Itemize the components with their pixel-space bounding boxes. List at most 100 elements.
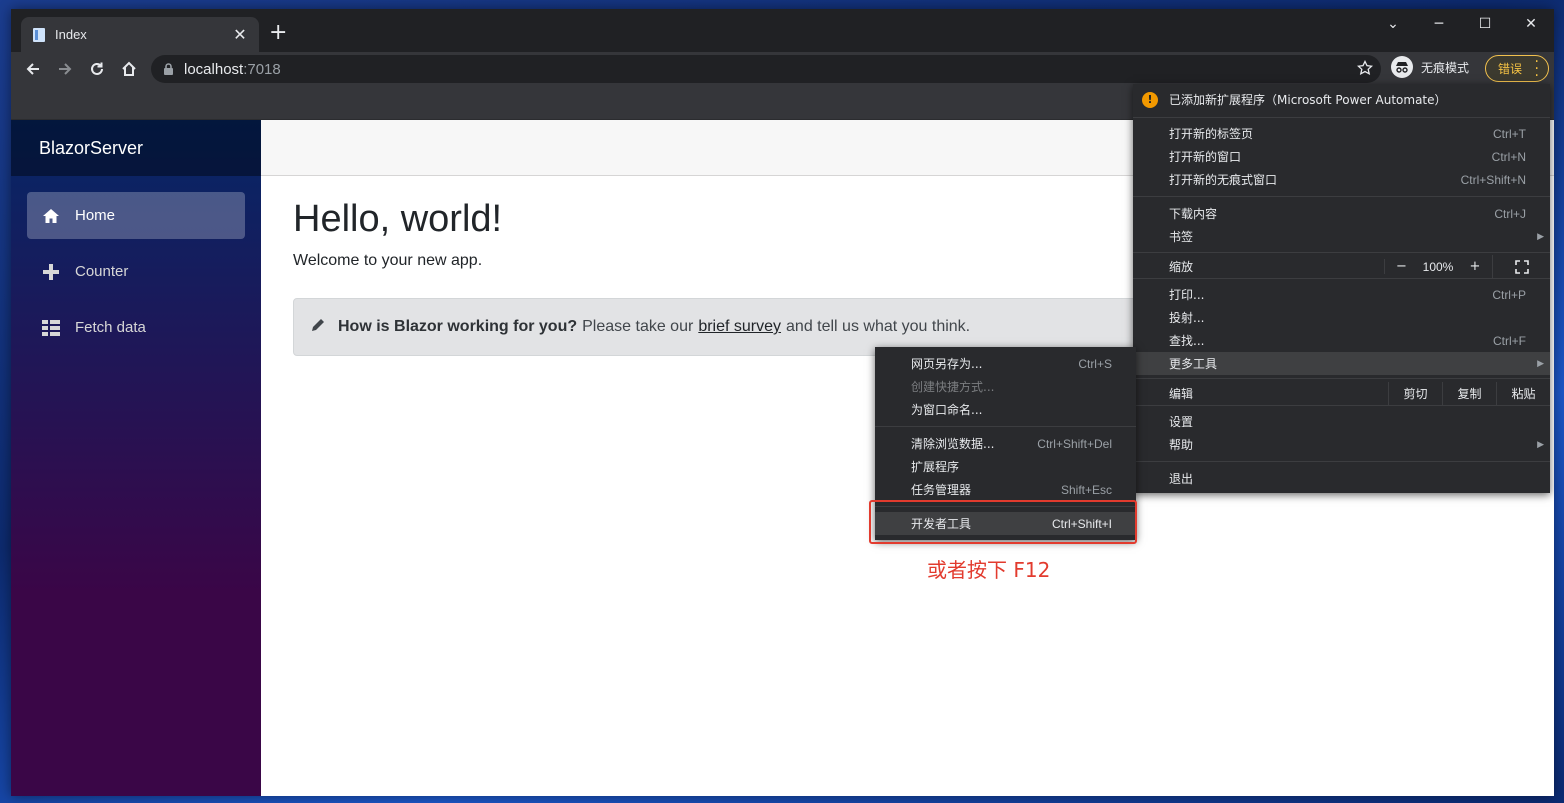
downloads-label: 下载内容	[1169, 207, 1218, 221]
submenu-arrow-icon: ▶	[1537, 231, 1544, 242]
survey-link[interactable]: brief survey	[698, 318, 781, 336]
clear-data-shortcut: Ctrl+Shift+Del	[1037, 436, 1112, 451]
home-button-icon[interactable]	[113, 53, 145, 85]
new-tab-button[interactable]: +	[269, 22, 287, 44]
menu-clear-data[interactable]: 清除浏览数据... Ctrl+Shift+Del	[875, 432, 1136, 455]
menu-edit: 编辑 剪切 复制 粘贴	[1133, 382, 1550, 405]
fullscreen-icon[interactable]	[1492, 255, 1550, 278]
page-icon	[31, 27, 47, 43]
tab-strip: Index ✕ + ⌄ ─ ☐ ✕	[11, 9, 1554, 52]
zoom-value: 100%	[1422, 259, 1454, 274]
menu-print[interactable]: 打印... Ctrl+P	[1133, 283, 1550, 306]
incognito-indicator[interactable]: 无痕模式	[1391, 56, 1469, 78]
clear-data-label: 清除浏览数据...	[911, 437, 995, 451]
downloads-shortcut: Ctrl+J	[1494, 206, 1526, 221]
copy-button[interactable]: 复制	[1442, 382, 1496, 405]
browser-main-menu: ! 已添加新扩展程序（Microsoft Power Automate） 打开新…	[1133, 84, 1550, 493]
help-label: 帮助	[1169, 438, 1194, 452]
menu-exit[interactable]: 退出	[1133, 467, 1550, 490]
sidebar: BlazorServer Home Counter Fetch data	[11, 120, 261, 796]
warning-icon: !	[1142, 91, 1158, 108]
back-icon[interactable]	[17, 53, 49, 85]
reload-icon[interactable]	[81, 53, 113, 85]
name-window-label: 为窗口命名...	[911, 403, 983, 417]
nav-fetch-label: Fetch data	[75, 319, 146, 336]
close-tab-icon[interactable]: ✕	[231, 25, 249, 44]
menu-zoom: 缩放 − 100% +	[1133, 255, 1550, 278]
cast-label: 投射...	[1169, 311, 1205, 325]
tab-title: Index	[55, 27, 87, 42]
lock-icon	[163, 60, 174, 79]
task-manager-label: 任务管理器	[911, 483, 972, 497]
menu-name-window[interactable]: 为窗口命名...	[875, 398, 1136, 421]
annotation-text: 或者按下 F12	[927, 558, 1051, 582]
nav-counter-label: Counter	[75, 263, 129, 280]
new-incognito-label: 打开新的无痕式窗口	[1169, 173, 1278, 187]
tab-index[interactable]: Index ✕	[21, 17, 259, 52]
page-title: Hello, world!	[293, 198, 503, 240]
menu-bookmarks[interactable]: 书签 ▶	[1133, 225, 1550, 248]
create-shortcut-label: 创建快捷方式...	[911, 380, 995, 394]
find-shortcut: Ctrl+F	[1493, 333, 1526, 348]
more-tools-label: 更多工具	[1169, 357, 1218, 371]
save-page-label: 网页另存为...	[911, 357, 983, 371]
menu-new-tab[interactable]: 打开新的标签页 Ctrl+T	[1133, 122, 1550, 145]
nav-home-label: Home	[75, 207, 116, 224]
zoom-in-button[interactable]: +	[1458, 259, 1492, 274]
settings-label: 设置	[1169, 415, 1194, 429]
menu-new-incognito[interactable]: 打开新的无痕式窗口 Ctrl+Shift+N	[1133, 168, 1550, 191]
survey-text-after: and tell us what you think.	[786, 318, 971, 335]
address-bar[interactable]: localhost:7018	[151, 55, 1381, 83]
nav-home[interactable]: Home	[27, 192, 245, 239]
menu-more-tools[interactable]: 更多工具 ▶	[1133, 352, 1550, 375]
menu-save-page[interactable]: 网页另存为... Ctrl+S	[875, 352, 1136, 375]
save-page-shortcut: Ctrl+S	[1078, 356, 1112, 371]
menu-extensions[interactable]: 扩展程序	[875, 455, 1136, 478]
list-icon	[41, 318, 61, 338]
home-icon	[41, 206, 61, 226]
print-shortcut: Ctrl+P	[1492, 287, 1526, 302]
tab-search-icon[interactable]: ⌄	[1370, 9, 1416, 39]
new-tab-label: 打开新的标签页	[1169, 127, 1254, 141]
bookmarks-label: 书签	[1169, 230, 1194, 244]
menu-task-manager[interactable]: 任务管理器 Shift+Esc	[875, 478, 1136, 501]
menu-settings[interactable]: 设置	[1133, 410, 1550, 433]
browser-window: Index ✕ + ⌄ ─ ☐ ✕ localhost:7018 无痕模式 错误…	[11, 9, 1554, 796]
browser-toolbar: localhost:7018 无痕模式 错误 · · ·	[11, 52, 1554, 85]
pencil-icon	[310, 317, 326, 338]
menu-new-window[interactable]: 打开新的窗口 Ctrl+N	[1133, 145, 1550, 168]
minimize-icon[interactable]: ─	[1416, 9, 1462, 39]
extensions-label: 扩展程序	[911, 460, 960, 474]
new-incognito-shortcut: Ctrl+Shift+N	[1460, 172, 1526, 187]
nav-counter[interactable]: Counter	[27, 248, 245, 295]
url-host: localhost	[184, 60, 244, 78]
print-label: 打印...	[1169, 288, 1205, 302]
paste-button[interactable]: 粘贴	[1496, 382, 1550, 405]
error-menu-button[interactable]: 错误 · · ·	[1485, 54, 1549, 84]
task-manager-shortcut: Shift+Esc	[1060, 482, 1112, 497]
more-vert-icon: · · ·	[1534, 54, 1539, 84]
new-window-shortcut: Ctrl+N	[1491, 149, 1526, 164]
menu-find[interactable]: 查找... Ctrl+F	[1133, 329, 1550, 352]
extension-notice-label: 已添加新扩展程序（Microsoft Power Automate）	[1169, 93, 1447, 107]
cut-button[interactable]: 剪切	[1388, 382, 1442, 405]
incognito-label: 无痕模式	[1421, 60, 1470, 75]
brand-link[interactable]: BlazorServer	[11, 120, 261, 176]
url-port: :7018	[243, 60, 281, 78]
new-window-label: 打开新的窗口	[1169, 150, 1242, 164]
exit-label: 退出	[1169, 472, 1194, 486]
forward-icon[interactable]	[49, 53, 81, 85]
nav-fetch-data[interactable]: Fetch data	[27, 304, 245, 351]
menu-create-shortcut: 创建快捷方式...	[875, 375, 1136, 398]
menu-downloads[interactable]: 下载内容 Ctrl+J	[1133, 202, 1550, 225]
menu-cast[interactable]: 投射...	[1133, 306, 1550, 329]
close-window-icon[interactable]: ✕	[1508, 9, 1554, 39]
highlight-box	[869, 500, 1137, 544]
bookmark-star-icon[interactable]	[1356, 59, 1374, 80]
menu-extension-notice[interactable]: ! 已添加新扩展程序（Microsoft Power Automate）	[1133, 88, 1550, 111]
url-text: localhost:7018	[184, 61, 281, 78]
maximize-icon[interactable]: ☐	[1462, 9, 1508, 39]
zoom-out-button[interactable]: −	[1384, 259, 1418, 274]
menu-help[interactable]: 帮助 ▶	[1133, 433, 1550, 456]
welcome-text: Welcome to your new app.	[293, 252, 483, 269]
